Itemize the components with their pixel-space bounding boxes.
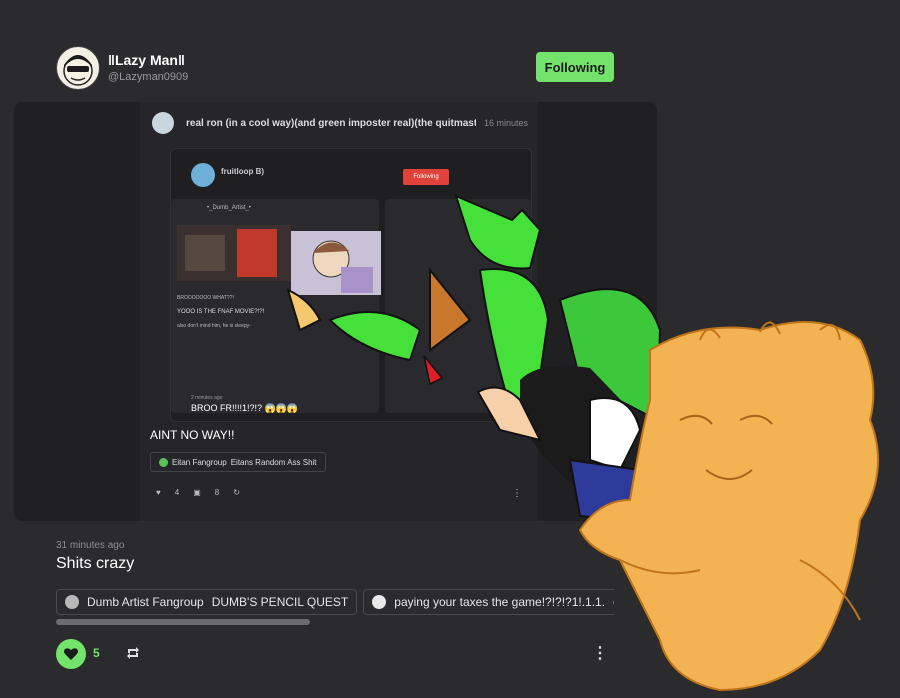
tag-dumb-artist-fangroup[interactable]: Dumb Artist Fangroup DUMB'S PENCIL QUEST	[56, 589, 358, 615]
inner-more-icon: ⋮	[512, 488, 522, 499]
inner-comment-icon: ▣	[193, 488, 201, 497]
more-options-button[interactable]: ⋮	[592, 645, 608, 663]
post-header: ‖Lazy Man‖ @Lazyman0909 Following	[56, 46, 614, 90]
following-button[interactable]: Following	[536, 52, 614, 82]
inner-post-actions: ♥ 4 ▣ 8 ↻	[156, 488, 240, 497]
inner-tag: Eitan Fangroup Eitans Random Ass Shit	[150, 452, 326, 472]
like-button[interactable]	[56, 639, 86, 669]
reblog-icon	[127, 647, 139, 659]
nested-reply: BROO FR!!!!1!?!? 😱😱😱	[191, 403, 299, 413]
nested-author-name: fruitloop B)	[221, 167, 265, 176]
inner-heart-icon: ♥	[156, 488, 161, 497]
tags-scrollbar[interactable]	[56, 619, 310, 625]
nested-following-badge: Following	[403, 169, 449, 185]
inner-avatar	[152, 112, 174, 134]
inner-post-time: 16 minutes	[484, 118, 529, 128]
inner-tag-name: Eitan Fangroup	[172, 457, 227, 467]
group-icon	[159, 457, 168, 467]
like-count: 5	[93, 646, 100, 660]
nested-post: fruitloop B) Following •_Dumb_Artist_• B…	[170, 148, 532, 422]
tag-sub: genera	[613, 595, 614, 609]
author-handle[interactable]: @Lazyman0909	[108, 71, 188, 83]
nested-drawing	[291, 231, 381, 295]
nested-avatar	[191, 163, 215, 187]
nested-text-1: BROOOOOOO WHAT??!	[177, 295, 234, 301]
inner-comment-count: 8	[214, 488, 220, 497]
tag-sub: DUMB'S PENCIL QUEST	[211, 595, 349, 609]
group-avatar-icon	[65, 595, 79, 609]
inner-post-caption: AINT NO WAY!!	[150, 428, 235, 442]
more-icon: ⋮	[592, 645, 608, 662]
nested-text-2: YOOO IS THE FNAF MOVIE?!?!	[177, 309, 265, 315]
inner-reblog-icon: ↻	[233, 488, 240, 497]
inner-post-tags: Eitan Fangroup Eitans Random Ass Shit	[150, 452, 326, 472]
post-tags: Dumb Artist Fangroup DUMB'S PENCIL QUEST…	[56, 589, 614, 615]
nested-card-title: •_Dumb_Artist_•	[207, 205, 251, 211]
inner-post-title: real ron (in a cool way)(and green impos…	[186, 118, 476, 129]
inner-like-count: 4	[174, 488, 180, 497]
inner-tag-sub: Eitans Random Ass Shit	[230, 457, 317, 467]
nested-card: •_Dumb_Artist_• BROOOOOOO WHAT??! YOOO I…	[171, 199, 381, 413]
post-timestamp: 31 minutes ago	[56, 540, 125, 551]
nested-image	[177, 225, 291, 281]
tag-name: Dumb Artist Fangroup	[87, 595, 204, 609]
heart-icon	[64, 648, 78, 660]
group-avatar-icon	[372, 595, 387, 609]
nested-text-3: also don't mind him, he is sleepy-	[177, 323, 251, 329]
post-caption: Shits crazy	[56, 555, 135, 572]
nested-side-panel	[385, 199, 531, 413]
tag-paying-taxes[interactable]: paying your taxes the game!?!?!?1!.1.1. …	[363, 589, 614, 615]
embedded-screenshot: real ron (in a cool way)(and green impos…	[140, 102, 538, 521]
reblog-button[interactable]	[126, 646, 140, 660]
post-image[interactable]: real ron (in a cool way)(and green impos…	[14, 102, 657, 521]
author-name[interactable]: ‖Lazy Man‖	[108, 52, 185, 68]
nested-time: 2 minutes ago	[191, 395, 223, 401]
author-avatar[interactable]	[56, 46, 100, 90]
tag-name: paying your taxes the game!?!?!?1!.1.1.	[394, 595, 606, 609]
